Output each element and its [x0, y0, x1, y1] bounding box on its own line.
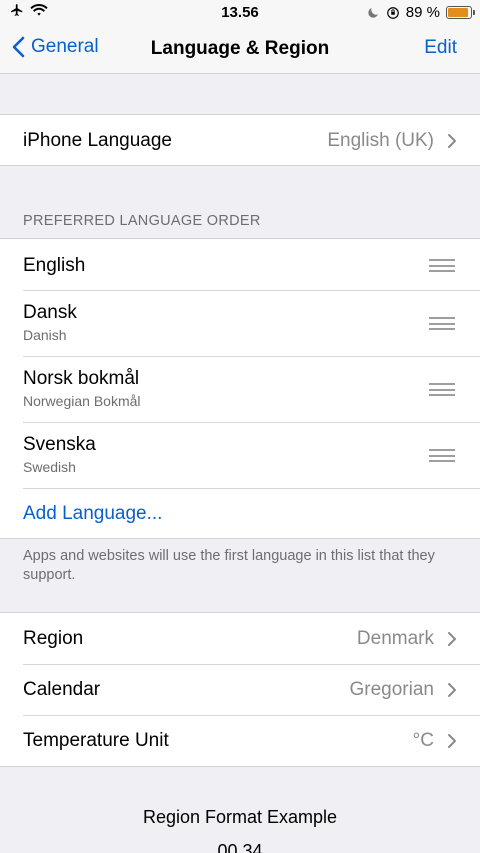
temperature-unit-label: Temperature Unit [23, 730, 169, 751]
navigation-bar: General Language & Region Edit [0, 26, 480, 74]
region-label: Region [23, 628, 84, 649]
iphone-language-row[interactable]: iPhone Language English (UK) [0, 115, 480, 165]
add-language-button[interactable]: Add Language... [23, 503, 162, 525]
chevron-right-icon [448, 632, 456, 646]
language-subtitle: Danish [23, 327, 67, 343]
preferred-language-group: English Dansk Danish Norsk bokmål Norweg… [0, 238, 480, 539]
language-name: Norsk bokmål [23, 368, 140, 389]
iphone-language-value: English (UK) [327, 130, 434, 151]
calendar-value: Gregorian [349, 679, 435, 700]
language-name: English [23, 255, 86, 276]
calendar-label: Calendar [23, 679, 101, 700]
temperature-unit-row[interactable]: Temperature Unit °C [0, 715, 480, 766]
language-row[interactable]: Dansk Danish [0, 290, 480, 356]
preferred-language-footer: Apps and websites will use the first lan… [23, 548, 435, 583]
reorder-handle-icon[interactable] [429, 449, 455, 462]
region-format-example-time: 00.34 [217, 841, 263, 853]
language-name: Svenska [23, 434, 96, 455]
edit-button[interactable]: Edit [424, 37, 457, 59]
region-settings-group: Region Denmark Calendar Gregorian Temper… [0, 612, 480, 767]
add-language-row[interactable]: Add Language... [0, 488, 480, 538]
language-row[interactable]: English [0, 239, 480, 290]
language-subtitle: Swedish [23, 459, 76, 475]
battery-fill [448, 8, 468, 17]
moon-icon [368, 8, 378, 18]
chevron-right-icon [448, 134, 456, 148]
region-value: Denmark [356, 628, 434, 649]
chevron-right-icon [448, 734, 456, 748]
language-row[interactable]: Svenska Swedish [0, 422, 480, 488]
region-row[interactable]: Region Denmark [0, 613, 480, 664]
chevron-right-icon [448, 683, 456, 697]
temperature-unit-value: °C [412, 730, 434, 751]
page-title: Language & Region [150, 38, 330, 59]
calendar-row[interactable]: Calendar Gregorian [0, 664, 480, 715]
language-name: Dansk [23, 302, 77, 323]
reorder-handle-icon[interactable] [429, 259, 455, 272]
iphone-language-group: iPhone Language English (UK) [0, 114, 480, 166]
status-right: 89 % [367, 4, 475, 21]
preferred-language-header: PREFERRED LANGUAGE ORDER [23, 213, 261, 229]
battery-icon [446, 6, 475, 19]
status-bar: 13.56 89 % [0, 0, 480, 26]
orientation-lock-icon [386, 6, 399, 19]
language-subtitle: Norwegian Bokmål [23, 393, 141, 409]
language-row[interactable]: Norsk bokmål Norwegian Bokmål [0, 356, 480, 422]
iphone-language-label: iPhone Language [23, 130, 172, 151]
battery-percent: 89 % [405, 4, 440, 21]
reorder-handle-icon[interactable] [429, 317, 455, 330]
reorder-handle-icon[interactable] [429, 383, 455, 396]
region-format-example-title: Region Format Example [142, 807, 338, 827]
